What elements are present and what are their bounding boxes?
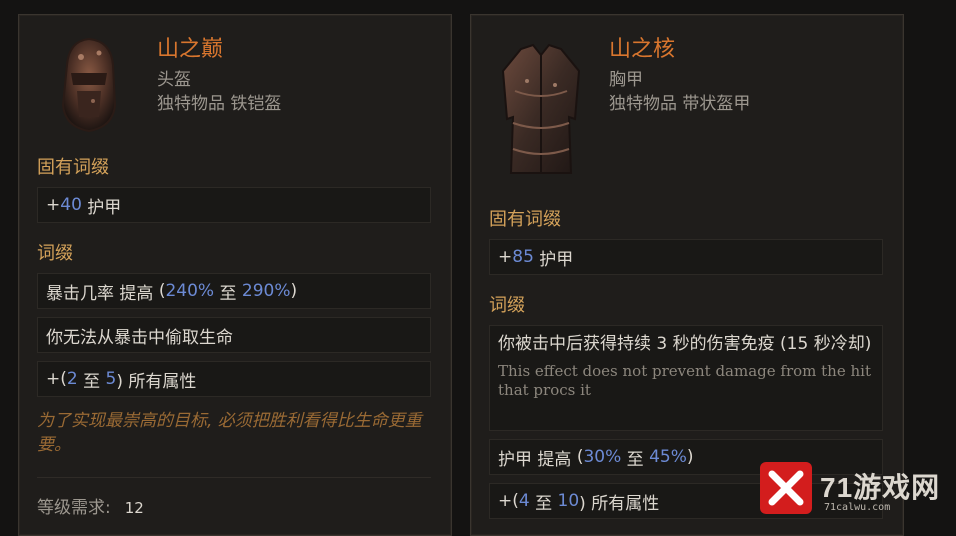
implicit-row: +40 护甲 — [37, 187, 431, 223]
item-rarity-line: 独特物品 带状盔甲 — [609, 94, 751, 114]
affix-close: ) — [290, 281, 298, 301]
flavor-text: 为了实现最崇高的目标, 必须把胜利看得比生命更重要。 — [37, 411, 422, 455]
divider — [37, 477, 431, 478]
implicit-value: 40 — [60, 195, 82, 215]
affix-min: 2 — [66, 369, 78, 389]
watermark-text: 71游戏网 — [820, 472, 941, 503]
affix-max: 10 — [557, 491, 580, 511]
affix-row: 你被击中后获得持续 3 秒的伤害免疫 (15 秒冷却) This effect … — [489, 325, 883, 431]
implicit-header: 固有词缀 — [489, 209, 561, 230]
affix-open: ( — [158, 281, 166, 301]
implicit-value: 85 — [512, 247, 534, 267]
affix-suffix: ) 所有属性 — [116, 371, 197, 392]
implicit-label: 护甲 — [539, 249, 574, 270]
affix-note: This effect does not prevent damage from… — [498, 362, 871, 399]
helmet-icon — [53, 35, 125, 135]
site-watermark: 71游戏网 71calwu.com — [760, 462, 956, 520]
affix-row: +(2 至 5) 所有属性 — [37, 361, 431, 397]
item-type: 胸甲 — [609, 70, 643, 90]
affix-max: 5 — [105, 369, 117, 389]
affix-header: 词缀 — [37, 243, 73, 264]
affix-row: 暴击几率 提高 (240% 至 290%) — [37, 273, 431, 309]
affix-suffix: ) 所有属性 — [579, 493, 660, 514]
affix-open: ( — [576, 447, 584, 467]
level-label: 等级需求: — [37, 498, 111, 518]
affix-sep: 至 — [219, 283, 237, 304]
affix-row: 你无法从暴击中偷取生命 — [37, 317, 431, 353]
affix-close: ) — [686, 447, 694, 467]
item-type: 头盔 — [157, 70, 191, 90]
item-rarity-line: 独特物品 铁铠盔 — [157, 94, 282, 114]
affix-prefix: +( — [498, 491, 519, 511]
item-name: 山之核 — [609, 37, 676, 62]
item-name: 山之巅 — [157, 37, 224, 62]
affix-sep: 至 — [626, 449, 644, 470]
affix-sep: 至 — [535, 493, 553, 514]
implicit-header: 固有词缀 — [37, 157, 109, 178]
affix-header: 词缀 — [489, 295, 525, 316]
affix-max: 290% — [241, 281, 291, 301]
affix-min: 30% — [583, 447, 622, 467]
level-value: 12 — [124, 499, 144, 517]
item-tooltip-right: 山之核 胸甲 独特物品 带状盔甲 固有词缀 +85 护甲 词缀 你被击中后获得持… — [470, 14, 904, 536]
affix-text: 你被击中后获得持续 3 秒的伤害免疫 (15 秒冷却) — [498, 334, 872, 354]
level-requirement: 等级需求: 12 — [37, 493, 144, 518]
implicit-row: +85 护甲 — [489, 239, 883, 275]
item-tooltip-left: 山之巅 头盔 独特物品 铁铠盔 固有词缀 +40 护甲 词缀 暴击几率 提高 (… — [18, 14, 452, 536]
affix-sep: 至 — [83, 371, 101, 392]
affix-max: 45% — [649, 447, 687, 467]
implicit-prefix: + — [498, 247, 513, 267]
implicit-label: 护甲 — [87, 197, 122, 218]
affix-min: 4 — [518, 491, 530, 511]
affix-text: 护甲 提高 — [498, 449, 572, 470]
affix-text: 你无法从暴击中偷取生命 — [46, 327, 233, 348]
affix-text: 暴击几率 提高 — [46, 283, 154, 304]
affix-min: 240% — [165, 281, 215, 301]
affix-prefix: +( — [46, 369, 67, 389]
chest-armor-icon — [491, 41, 591, 181]
watermark-logo-icon — [760, 462, 812, 514]
watermark-url: 71calwu.com — [824, 502, 891, 513]
implicit-prefix: + — [46, 195, 61, 215]
